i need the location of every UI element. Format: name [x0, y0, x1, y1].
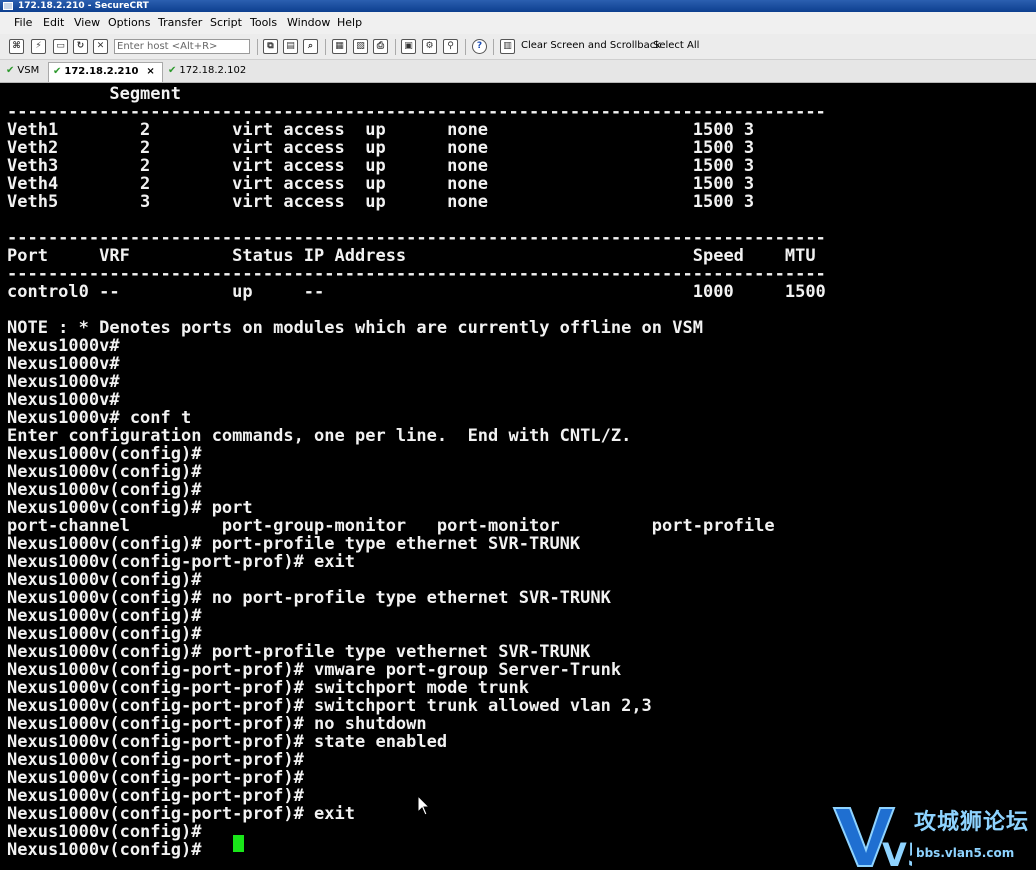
menu-script[interactable]: Script [210, 16, 242, 29]
watermark-url: bbs.vlan5.com [916, 846, 1015, 860]
paste-icon[interactable]: ▤ [283, 39, 298, 54]
terminal-line: Veth2 2 virt access up none 1500 3 [7, 138, 755, 158]
terminal-line: Nexus1000v(config)# [7, 480, 202, 500]
disconnect-icon[interactable]: ✕ [93, 39, 108, 54]
menu-file[interactable]: File [14, 16, 32, 29]
app-icon [3, 2, 13, 10]
session-tab-bar: ✔ VSM ✔ 172.18.2.210 × ✔ 172.18.2.102 [0, 60, 1036, 83]
terminal-line: NOTE : * Denotes ports on modules which … [7, 318, 703, 338]
quick-connect-icon[interactable]: ⚡ [31, 39, 46, 54]
terminal-line: Nexus1000v(config-port-prof)# exit [7, 804, 355, 824]
mouse-pointer-icon [417, 795, 431, 816]
tab-label: 172.18.2.102 [179, 65, 247, 76]
printer-icon[interactable]: ⎙ [373, 39, 388, 54]
connected-check-icon: ✔ [53, 66, 62, 77]
terminal-line: Nexus1000v(config)# [7, 606, 202, 626]
select-all-button[interactable]: Select All [653, 40, 699, 51]
terminal-line: Nexus1000v(config)# [7, 840, 212, 860]
tab-vsm[interactable]: ✔ VSM [2, 62, 43, 82]
terminal-line: Veth3 2 virt access up none 1500 3 [7, 156, 755, 176]
terminal-line: Nexus1000v(config-port-prof)# vmware por… [7, 660, 622, 680]
terminal-line: Nexus1000v(config-port-prof)# switchport… [7, 678, 529, 698]
menu-bar: File Edit View Options Transfer Script T… [0, 12, 1036, 34]
terminal-line: Nexus1000v(config)# port-profile type ve… [7, 642, 591, 662]
terminal-line: Nexus1000v(config)# [7, 624, 202, 644]
terminal-line: Nexus1000v(config)# no port-profile type… [7, 588, 611, 608]
terminal-line: Segment [7, 84, 181, 104]
terminal-line: Nexus1000v# [7, 354, 120, 374]
close-tab-icon[interactable]: × [146, 66, 154, 77]
terminal-area[interactable]: Nexus1000v(config)# Nexus1000v(config)# N… [0, 83, 1036, 870]
terminal-line: Nexus1000v(config-port-prof)# exit [7, 552, 355, 572]
clear-screen-icon[interactable]: ▥ [500, 39, 515, 54]
terminal-line: Veth4 2 virt access up none 1500 3 [7, 174, 755, 194]
terminal-line: Nexus1000v# [7, 372, 120, 392]
menu-help[interactable]: Help [337, 16, 362, 29]
help-icon[interactable]: ? [472, 39, 487, 54]
terminal-line: Nexus1000v(config)# [7, 822, 202, 842]
menu-view[interactable]: View [74, 16, 100, 29]
terminal-line: Nexus1000v(config-port-prof)# [7, 768, 304, 788]
menu-window[interactable]: Window [287, 16, 330, 29]
menu-tools[interactable]: Tools [250, 16, 277, 29]
connect-in-tab-icon[interactable]: ▭ [53, 39, 68, 54]
menu-edit[interactable]: Edit [43, 16, 64, 29]
terminal-line: Nexus1000v# [7, 390, 120, 410]
reconnect-icon[interactable]: ↻ [73, 39, 88, 54]
toolbar-separator [465, 39, 466, 55]
terminal-cursor [233, 835, 244, 852]
global-options-icon[interactable]: ⚙ [422, 39, 437, 54]
connected-check-icon: ✔ [168, 65, 177, 76]
watermark: V5 攻城狮论坛 bbs.vlan5.com [832, 802, 1036, 870]
toolbar-separator [395, 39, 396, 55]
terminal-line: Veth1 2 virt access up none 1500 3 [7, 120, 755, 140]
terminal-line: Nexus1000v(config-port-prof)# state enab… [7, 732, 448, 752]
host-input[interactable] [114, 39, 250, 54]
watermark-title: 攻城狮论坛 [914, 810, 1030, 835]
clear-screen-button[interactable]: Clear Screen and Scrollback [521, 40, 661, 51]
toolbar: ⌘ ⚡ ▭ ↻ ✕ ⧉ ▤ ⌕ ▦ ▧ ⎙ ▣ ⚙ ⚲ ? ▥ Clear Sc… [0, 34, 1036, 60]
toolbar-separator [257, 39, 258, 55]
terminal-line: Nexus1000v(config)# port [7, 498, 253, 518]
terminal-line: Veth5 3 virt access up none 1500 3 [7, 192, 755, 212]
terminal-line: Nexus1000v(config-port-prof)# [7, 786, 304, 806]
print-selection-icon[interactable]: ▧ [353, 39, 368, 54]
terminal-line: ----------------------------------------… [7, 228, 826, 248]
terminal-line: ----------------------------------------… [7, 264, 826, 284]
toolbar-separator [493, 39, 494, 55]
menu-transfer[interactable]: Transfer [158, 16, 202, 29]
terminal-line: ----------------------------------------… [7, 102, 826, 122]
toolbar-separator [325, 39, 326, 55]
title-bar: 172.18.2.210 - SecureCRT [0, 0, 1036, 12]
terminal-line: Nexus1000v(config)# port-profile type et… [7, 534, 581, 554]
terminal-line: Nexus1000v(config)# [7, 570, 202, 590]
tab-172-18-2-102[interactable]: ✔ 172.18.2.102 [164, 62, 250, 82]
terminal-line: Nexus1000v(config-port-prof)# [7, 750, 304, 770]
session-options-icon[interactable]: ▣ [401, 39, 416, 54]
terminal-line: Nexus1000v(config-port-prof)# switchport… [7, 696, 652, 716]
terminal-line: Nexus1000v(config)# [7, 462, 202, 482]
terminal-line: port-channel port-group-monitor port-mon… [7, 516, 775, 536]
menu-options[interactable]: Options [108, 16, 150, 29]
keymap-icon[interactable]: ⚲ [443, 39, 458, 54]
tab-172-18-2-210[interactable]: ✔ 172.18.2.210 × [48, 62, 163, 82]
terminal-line: Nexus1000v(config-port-prof)# no shutdow… [7, 714, 427, 734]
connected-check-icon: ✔ [6, 65, 15, 76]
tab-label: VSM [17, 65, 40, 76]
tab-label: 172.18.2.210 [64, 66, 139, 77]
v5-logo-icon: V5 [832, 807, 912, 870]
terminal-line: Enter configuration commands, one per li… [7, 426, 632, 446]
terminal-line: Port VRF Status IP Address Speed MTU [7, 246, 816, 266]
terminal-line: Nexus1000v# [7, 336, 120, 356]
window-title: 172.18.2.210 - SecureCRT [18, 1, 149, 11]
securecrt-window: 172.18.2.210 - SecureCRT File Edit View … [0, 0, 1036, 870]
find-icon[interactable]: ⌕ [303, 39, 318, 54]
copy-icon[interactable]: ⧉ [263, 39, 278, 54]
terminal-line: Nexus1000v(config)# [7, 444, 202, 464]
terminal-line: Nexus1000v# conf t [7, 408, 192, 428]
terminal-line: control0 -- up -- 1000 1500 [7, 282, 826, 302]
connect-icon[interactable]: ⌘ [9, 39, 24, 54]
logo-text: V5 [882, 836, 912, 870]
print-icon[interactable]: ▦ [332, 39, 347, 54]
